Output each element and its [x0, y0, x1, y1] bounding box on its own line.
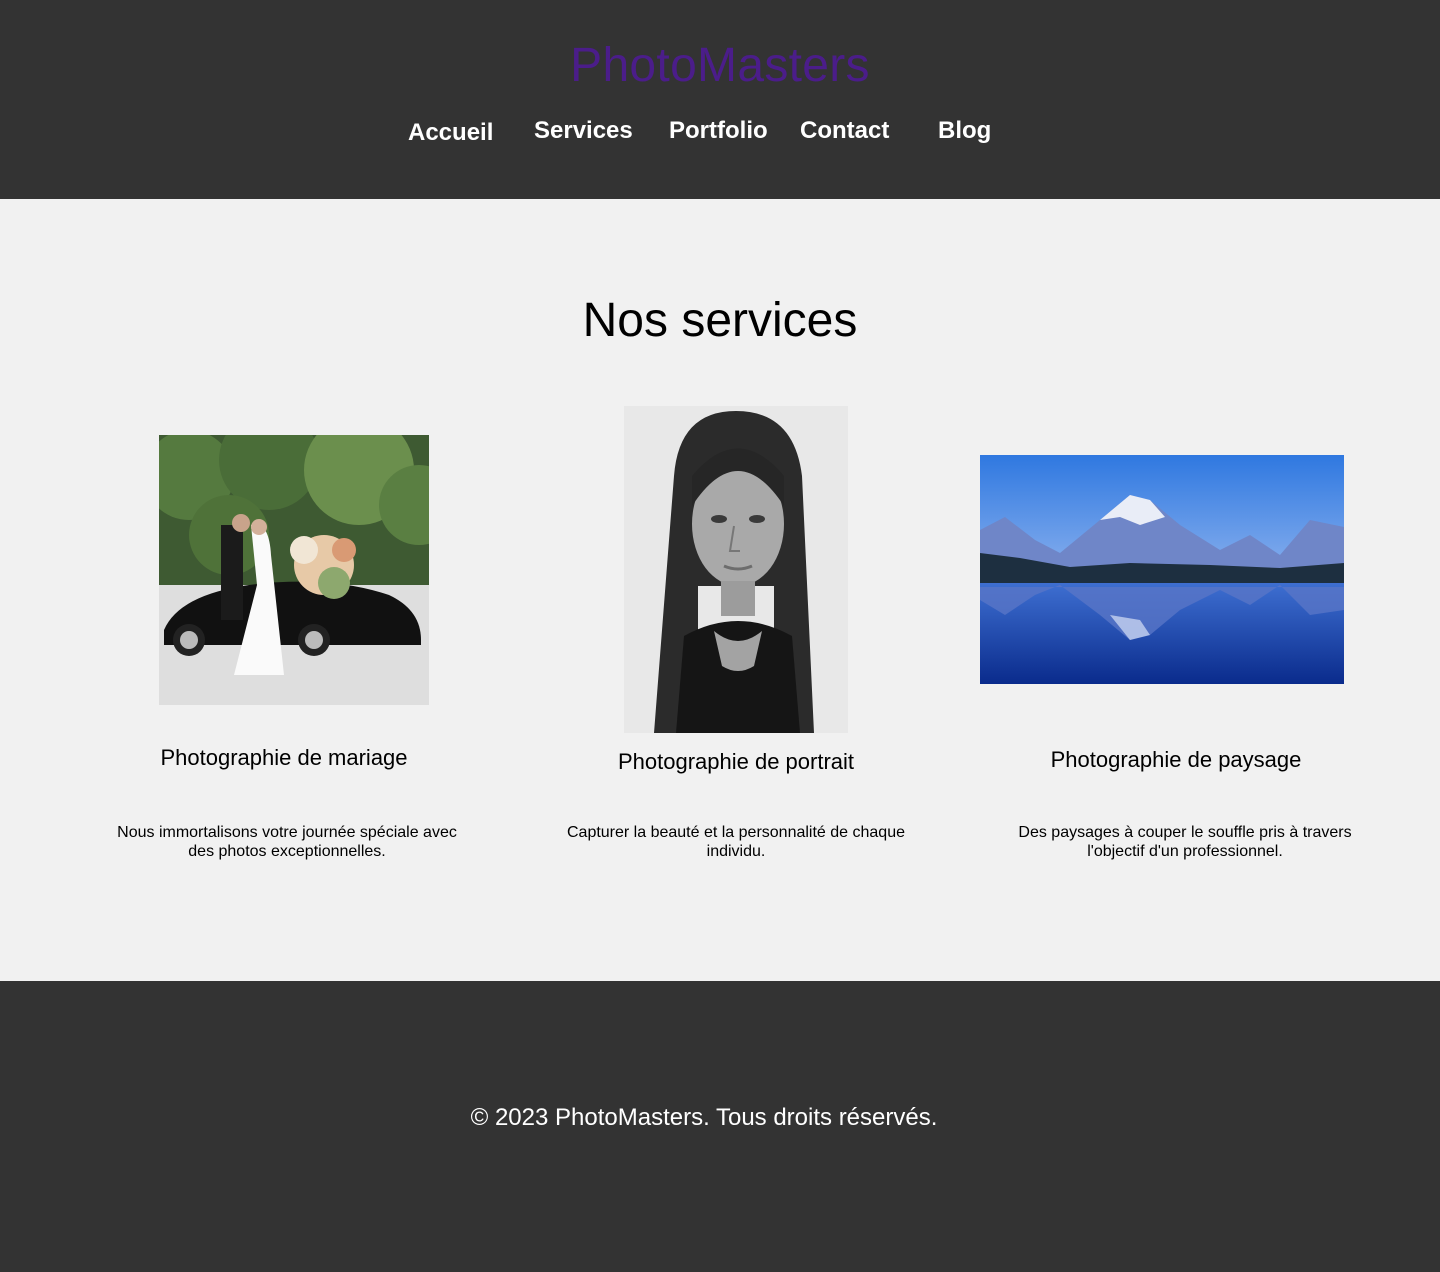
service-desc-mariage: Nous immortalisons votre journée spécial… — [117, 824, 457, 860]
service-desc-portrait: Capturer la beauté et la personnalité de… — [566, 824, 905, 860]
services-section: Nos services Photographie de mariage Nou… — [0, 199, 1440, 981]
brand-logo-text[interactable]: PhotoMasters — [0, 36, 1440, 96]
section-title: Nos services — [582, 294, 858, 347]
nav-item-services[interactable]: Services — [534, 116, 633, 146]
service-desc-paysage: Des paysages à couper le souffle pris à … — [1018, 824, 1352, 860]
site-header: PhotoMasters Accueil Services Portfolio … — [0, 0, 1440, 199]
landscape-photo — [980, 455, 1344, 684]
site-footer: © 2023 PhotoMasters. Tous droits réservé… — [0, 981, 1440, 1272]
wedding-photo — [159, 435, 429, 705]
copyright-text: © 2023 PhotoMasters. Tous droits réservé… — [470, 1104, 938, 1131]
nav-item-blog[interactable]: Blog — [938, 116, 991, 146]
portrait-photo — [624, 406, 848, 733]
service-title-paysage: Photographie de paysage — [1050, 747, 1302, 772]
nav-item-contact[interactable]: Contact — [800, 116, 889, 146]
service-title-mariage: Photographie de mariage — [160, 745, 408, 770]
nav-item-portfolio[interactable]: Portfolio — [669, 116, 768, 146]
nav-item-accueil[interactable]: Accueil — [408, 118, 493, 148]
service-title-portrait: Photographie de portrait — [617, 749, 855, 774]
